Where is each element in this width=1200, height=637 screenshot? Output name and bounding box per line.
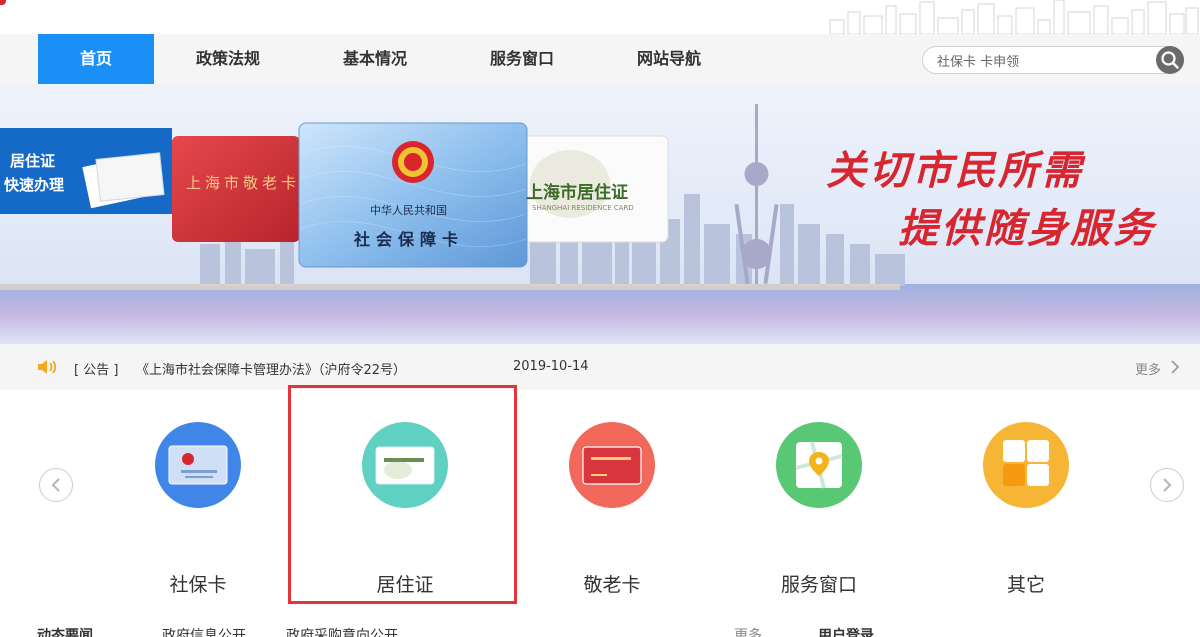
tab-more-link[interactable]: 更多 [734, 625, 762, 637]
tab-gov-info[interactable]: 政府信息公开 [162, 625, 246, 637]
banner-slogan-line2: 提供随身服务 [898, 205, 1156, 252]
notice-title-link[interactable]: 《上海市社会保障卡管理办法》（沪府令22号） [136, 359, 406, 378]
social-security-card-icon [155, 422, 241, 508]
tab-user-login[interactable]: 用户登录 [818, 625, 874, 637]
notice-more-link[interactable]: 更多 [1135, 359, 1161, 378]
apps-icon [983, 422, 1069, 508]
service-social-security-card[interactable]: 社保卡 [138, 420, 258, 600]
search-icon [1161, 51, 1179, 69]
hero-banner[interactable]: 居住证 快速办理 上海市敬老卡 中华人民共和国 社会保障卡 上海市居住证 SHA… [0, 84, 1200, 344]
service-label: 服务窗口 [780, 574, 857, 596]
banner-tile-subtitle: 快速办理 [4, 176, 65, 194]
notice-bar: [ 公告 ] 《上海市社会保障卡管理办法》（沪府令22号） 2019-10-14… [0, 344, 1200, 390]
service-others[interactable]: 其它 [966, 420, 1086, 600]
tab-procurement[interactable]: 政府采购意向公开 [286, 625, 398, 637]
banner-slogan-line1: 关切市民所需 [826, 147, 1084, 194]
banner-blue-card-line1: 中华人民共和国 [370, 204, 447, 217]
service-section: 社保卡 居住证 敬老卡 服务窗口 其它 [0, 390, 1200, 610]
nav-item-overview[interactable]: 基本情况 [317, 34, 433, 84]
search-input[interactable] [937, 51, 1147, 69]
carousel-prev-button[interactable] [39, 468, 73, 502]
senior-card-icon [569, 422, 655, 508]
service-senior-card[interactable]: 敬老卡 [552, 420, 672, 600]
skyline-decoration [829, 0, 1199, 34]
speaker-icon [38, 360, 57, 374]
notice-date: 2019-10-14 [513, 359, 589, 374]
carousel-next-button[interactable] [1150, 468, 1184, 502]
bottom-tabs: 动态要闻 政府信息公开 政府采购意向公开 更多 用户登录 [0, 622, 1200, 637]
search-box [922, 46, 1184, 74]
map-location-icon [776, 422, 862, 508]
top-header [0, 0, 1200, 34]
chevron-right-icon[interactable] [1170, 360, 1180, 374]
nav-item-home[interactable]: 首页 [38, 34, 154, 84]
tab-news[interactable]: 动态要闻 [37, 625, 93, 637]
nav-item-service-windows[interactable]: 服务窗口 [464, 34, 580, 84]
service-label: 其它 [1006, 574, 1045, 596]
chevron-left-icon [51, 478, 60, 492]
chevron-right-icon [1163, 478, 1172, 492]
search-button[interactable] [1156, 46, 1184, 74]
nav-item-site-map[interactable]: 网站导航 [611, 34, 727, 84]
banner-red-card-text: 上海市敬老卡 [186, 174, 301, 192]
service-label: 敬老卡 [583, 574, 641, 596]
service-service-windows[interactable]: 服务窗口 [759, 420, 879, 600]
banner-white-card-line1: 上海市居住证 [526, 183, 628, 203]
nav-item-policies[interactable]: 政策法规 [170, 34, 286, 84]
banner-blue-card-line2: 社会保障卡 [354, 230, 465, 249]
service-label: 社保卡 [169, 574, 227, 596]
banner-tile-title: 居住证 [10, 152, 56, 170]
notice-tag: [ 公告 ] [74, 363, 119, 378]
logo[interactable] [0, 0, 6, 5]
banner-white-card-line2: SHANGHAI RESIDENCE CARD [532, 204, 634, 212]
highlight-box [288, 385, 517, 604]
